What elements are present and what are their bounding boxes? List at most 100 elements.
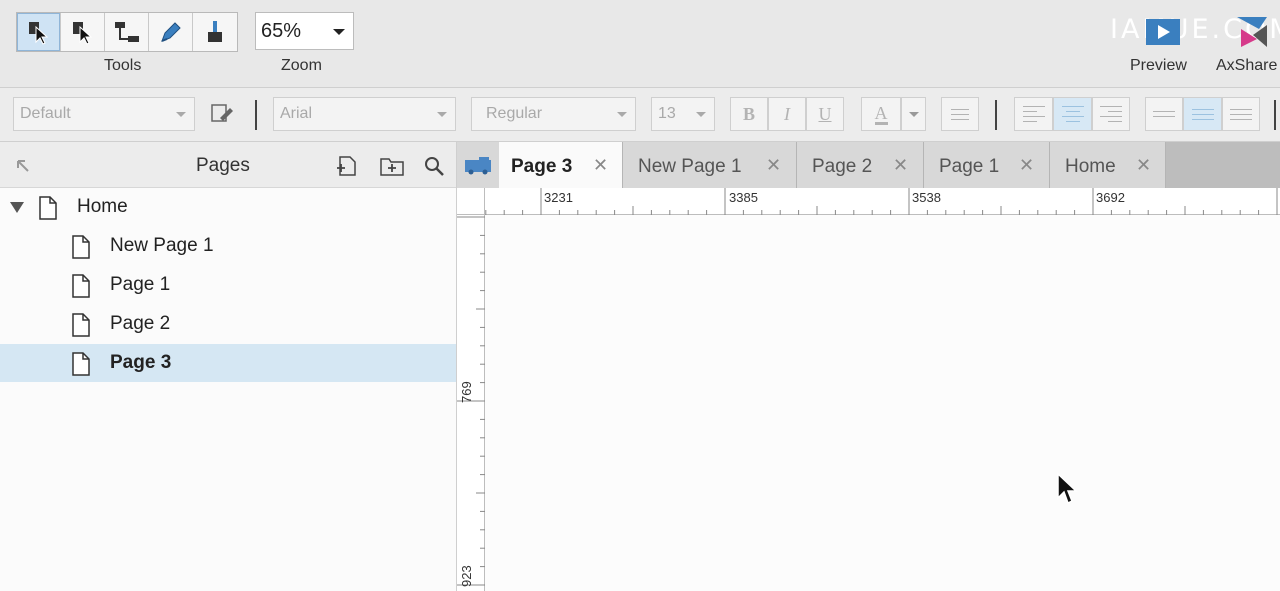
chevron-down-icon [617,112,627,117]
text-color-button[interactable]: A [861,97,901,131]
add-folder-button[interactable] [379,154,405,178]
font-size-value: 13 [658,105,676,122]
underline-button[interactable]: U [806,97,844,131]
add-page-button[interactable] [334,154,360,178]
ruler-corner [457,188,485,215]
chevron-down-icon [908,111,919,117]
bullet-list-button[interactable] [941,97,979,131]
preview-label: Preview [1130,57,1187,74]
page-tabs: Page 3 ✕ New Page 1 ✕ Page 2 ✕ Page 1 ✕ … [457,142,1280,188]
tab-label: Page 1 [939,156,1000,177]
tab-home[interactable]: Home ✕ [1050,142,1166,188]
ruler-label: 3538 [912,190,941,205]
main-toolbar: Tools 65% Zoom IAMUE.COM Preview AxShare [0,0,1280,88]
close-icon[interactable]: ✕ [593,155,608,176]
ruler-label: 3385 [729,190,758,205]
tree-item-label: Page 1 [110,274,171,295]
align-right-button[interactable] [1092,97,1130,131]
select-intersected-icon [28,22,48,45]
font-weight-select[interactable]: Regular [471,97,636,131]
tree-item-page-3[interactable]: Page 3 [0,344,456,382]
tree-item-page-2[interactable]: Page 2 [0,305,456,343]
pages-panel: Pages Home New Page 1 Page 1 Page 2 Page… [0,142,457,591]
bold-button[interactable]: B [730,97,768,131]
pages-panel-title: Pages [196,155,250,176]
pen-button[interactable] [149,13,193,51]
close-icon[interactable]: ✕ [893,155,908,176]
align-right-icon [1100,106,1122,122]
ruler-label: 3231 [544,190,573,205]
tree-item-home[interactable]: Home [0,188,456,226]
connector-button[interactable] [105,13,149,51]
select-contained-button[interactable] [61,13,105,51]
toolbar-divider [1274,100,1276,130]
tree-item-label: Page 2 [110,313,171,334]
preview-button[interactable] [1143,14,1183,50]
format-painter-button[interactable] [193,13,237,51]
ruler-label: 3692 [1096,190,1125,205]
style-value: Default [20,105,71,122]
align-middle-icon [1191,108,1214,120]
zoom-select[interactable]: 65% [255,12,354,50]
tools-caption: Tools [104,57,142,74]
tree-item-page-1[interactable]: Page 1 [0,266,456,304]
chevron-down-icon [176,112,186,117]
close-icon[interactable]: ✕ [766,155,781,176]
align-left-button[interactable] [1014,97,1053,131]
style-select[interactable]: Default [13,97,195,131]
italic-button[interactable]: I [768,97,806,131]
align-middle-button[interactable] [1183,97,1222,131]
tree-item-label: Page 3 [110,352,172,373]
bullet-list-icon [951,108,969,120]
collapse-panel-button[interactable] [10,154,36,178]
toolbar-divider [255,100,257,130]
select-intersected-button[interactable] [17,13,61,51]
select-contained-icon [72,22,92,45]
horizontal-ruler-ticks [485,188,1278,215]
axshare-icon [1237,17,1267,47]
sitemap-icon [465,157,491,175]
axshare-button[interactable] [1232,14,1272,50]
text-color-icon: A [874,102,888,125]
vertical-ruler[interactable]: 769 923 [457,215,485,591]
tree-item-label: Home [77,196,128,217]
align-top-button[interactable] [1145,97,1183,131]
search-pages-button[interactable] [421,154,447,178]
font-family-select[interactable]: Arial [273,97,456,131]
tab-label: Home [1065,156,1116,177]
connector-icon [114,22,139,42]
page-icon [72,313,90,337]
arrow-up-left-icon [17,160,29,172]
tab-label: Page 3 [511,156,573,177]
text-color-dropdown[interactable] [901,97,926,131]
tab-page-2[interactable]: Page 2 ✕ [797,142,924,188]
preview-icon [1146,19,1180,45]
tree-item-label: New Page 1 [110,235,214,256]
align-left-icon [1022,106,1045,122]
font-weight-value: Regular [486,105,543,122]
format-toolbar: Default Arial Regular 13 B I U A [0,88,1280,142]
close-icon[interactable]: ✕ [1019,155,1034,176]
tools-group [16,12,238,52]
toolbar-divider [995,100,997,130]
axshare-label: AxShare [1216,57,1278,74]
align-bottom-icon [1230,108,1252,120]
align-bottom-button[interactable] [1222,97,1260,131]
expand-triangle-icon[interactable] [10,202,24,213]
tab-new-page-1[interactable]: New Page 1 ✕ [623,142,797,188]
close-icon[interactable]: ✕ [1136,155,1151,176]
chevron-down-icon [333,29,345,35]
tab-page-1[interactable]: Page 1 ✕ [924,142,1050,188]
tab-page-3[interactable]: Page 3 ✕ [499,142,623,188]
tree-item-new-page-1[interactable]: New Page 1 [0,227,456,265]
horizontal-ruler[interactable]: 3231 3385 3538 3692 [485,188,1280,215]
sitemap-tab-button[interactable] [457,142,499,188]
design-area: 3231 3385 3538 3692 769 923 [457,188,1280,591]
font-size-select[interactable]: 13 [651,97,715,131]
align-center-button[interactable] [1053,97,1092,131]
zoom-value: 65% [261,19,302,42]
page-canvas[interactable] [485,215,1280,591]
add-folder-icon [380,158,404,176]
style-manager-button[interactable] [210,102,236,131]
page-icon [72,235,90,259]
